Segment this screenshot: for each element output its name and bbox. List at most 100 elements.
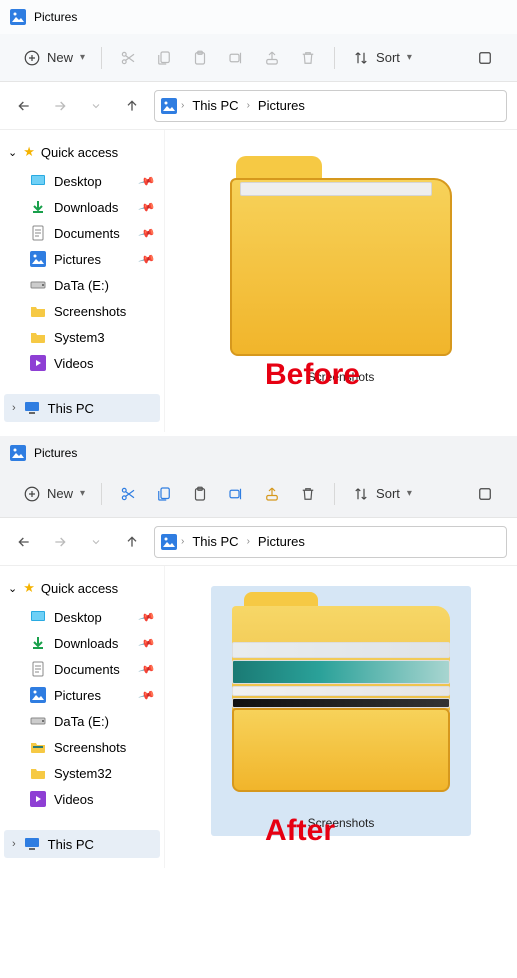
sidebar-this-pc[interactable]: › This PC [4, 830, 160, 858]
new-label: New [47, 486, 73, 501]
sidebar-item-desktop[interactable]: Desktop📌 [4, 168, 160, 194]
paste-button[interactable] [182, 42, 218, 74]
folder-tile-screenshots[interactable]: Screenshots [221, 150, 461, 390]
content-area[interactable]: Screenshots After [165, 566, 517, 868]
forward-button[interactable] [46, 528, 74, 556]
address-bar[interactable]: › This PC › Pictures [154, 526, 507, 558]
sidebar-item-pictures[interactable]: Pictures 📌 [4, 246, 160, 272]
pictures-icon [30, 687, 46, 703]
sidebar-item-system[interactable]: System32 [4, 760, 160, 786]
view-button[interactable] [467, 42, 503, 74]
quick-access-header[interactable]: ⌄ ★ Quick access [4, 576, 160, 604]
folder-tile-screenshots[interactable]: Screenshots [211, 586, 471, 836]
breadcrumb-current[interactable]: Pictures [254, 532, 309, 551]
sidebar-item-documents[interactable]: Documents📌 [4, 220, 160, 246]
pin-icon: 📌 [138, 172, 156, 190]
breadcrumb-root[interactable]: This PC [188, 96, 242, 115]
pin-icon: 📌 [138, 686, 156, 704]
cut-button[interactable] [110, 478, 146, 510]
sort-button[interactable]: Sort ▾ [343, 42, 420, 74]
sidebar-item-pictures[interactable]: Pictures 📌 [4, 682, 160, 708]
sidebar-item-label: Screenshots [54, 740, 126, 755]
sidebar-item-system[interactable]: System3 [4, 324, 160, 350]
delete-button[interactable] [290, 42, 326, 74]
sidebar-item-drive[interactable]: DaTa (E:) [4, 708, 160, 734]
folder-preview-icon [30, 739, 46, 755]
clipboard-icon [190, 484, 210, 504]
delete-button[interactable] [290, 478, 326, 510]
pin-icon: 📌 [138, 198, 156, 216]
sort-label: Sort [376, 486, 400, 501]
copy-button[interactable] [146, 478, 182, 510]
paste-button[interactable] [182, 478, 218, 510]
body: ⌄ ★ Quick access Desktop📌 Downloads 📌 Doc… [0, 130, 517, 432]
back-button[interactable] [10, 528, 38, 556]
star-icon: ★ [23, 144, 35, 160]
sort-icon [351, 484, 371, 504]
sidebar-item-drive[interactable]: DaTa (E:) [4, 272, 160, 298]
sidebar-item-label: Pictures [54, 688, 101, 703]
sort-button[interactable]: Sort ▾ [343, 478, 420, 510]
sidebar-item-label: DaTa (E:) [54, 278, 109, 293]
sidebar-item-screenshots[interactable]: Screenshots [4, 298, 160, 324]
copy-button[interactable] [146, 42, 182, 74]
sidebar-item-downloads[interactable]: Downloads 📌 [4, 194, 160, 220]
scissors-icon [118, 48, 138, 68]
sidebar-item-label: Pictures [54, 252, 101, 267]
monitor-icon [24, 836, 40, 852]
up-button[interactable] [118, 528, 146, 556]
quick-access-header[interactable]: ⌄ ★ Quick access [4, 140, 160, 168]
chevron-right-icon: › [181, 100, 184, 111]
new-button[interactable]: New ▾ [14, 478, 93, 510]
recent-dropdown[interactable] [82, 92, 110, 120]
titlebar: Pictures [0, 0, 517, 34]
rename-button[interactable] [218, 42, 254, 74]
download-icon [30, 635, 46, 651]
sidebar-item-screenshots[interactable]: Screenshots [4, 734, 160, 760]
sidebar-item-documents[interactable]: Documents📌 [4, 656, 160, 682]
address-bar[interactable]: › This PC › Pictures [154, 90, 507, 122]
sidebar-this-pc[interactable]: › This PC [4, 394, 160, 422]
breadcrumb-current[interactable]: Pictures [254, 96, 309, 115]
sidebar-item-videos[interactable]: Videos [4, 786, 160, 812]
folder-icon [30, 329, 46, 345]
chevron-down-icon: ⌄ [8, 146, 17, 159]
rename-icon [226, 48, 246, 68]
pin-icon: 📌 [138, 250, 156, 268]
content-area[interactable]: Screenshots Before [165, 130, 517, 432]
monitor-icon [24, 400, 40, 416]
new-button[interactable]: New ▾ [14, 42, 93, 74]
this-pc-label: This PC [48, 401, 94, 416]
sidebar-item-label: Downloads [54, 200, 118, 215]
sidebar-item-downloads[interactable]: Downloads📌 [4, 630, 160, 656]
share-button[interactable] [254, 42, 290, 74]
quick-access-label: Quick access [41, 581, 118, 596]
separator [101, 47, 102, 69]
view-icon [475, 48, 495, 68]
pin-icon: 📌 [138, 224, 156, 242]
cut-button[interactable] [110, 42, 146, 74]
breadcrumb-root[interactable]: This PC [188, 532, 242, 551]
sidebar: ⌄ ★ Quick access Desktop📌 Downloads📌 Doc… [0, 566, 165, 868]
chevron-right-icon: › [247, 536, 250, 547]
video-icon [30, 791, 46, 807]
pictures-app-icon [10, 445, 26, 461]
overlay-before-label: Before [265, 358, 360, 392]
rename-button[interactable] [218, 478, 254, 510]
sidebar-item-desktop[interactable]: Desktop📌 [4, 604, 160, 630]
drive-icon [30, 713, 46, 729]
back-button[interactable] [10, 92, 38, 120]
toolbar: New ▾ Sort ▾ [0, 34, 517, 82]
window-title: Pictures [34, 446, 77, 460]
sidebar-item-label: Videos [54, 356, 94, 371]
up-button[interactable] [118, 92, 146, 120]
window-after: Pictures New ▾ Sort ▾ › This PC › [0, 436, 517, 868]
sidebar-item-label: Desktop [54, 610, 102, 625]
chevron-right-icon: › [181, 536, 184, 547]
forward-button[interactable] [46, 92, 74, 120]
sidebar-item-videos[interactable]: Videos [4, 350, 160, 376]
view-button[interactable] [467, 478, 503, 510]
share-button[interactable] [254, 478, 290, 510]
recent-dropdown[interactable] [82, 528, 110, 556]
desktop-icon [30, 173, 46, 189]
